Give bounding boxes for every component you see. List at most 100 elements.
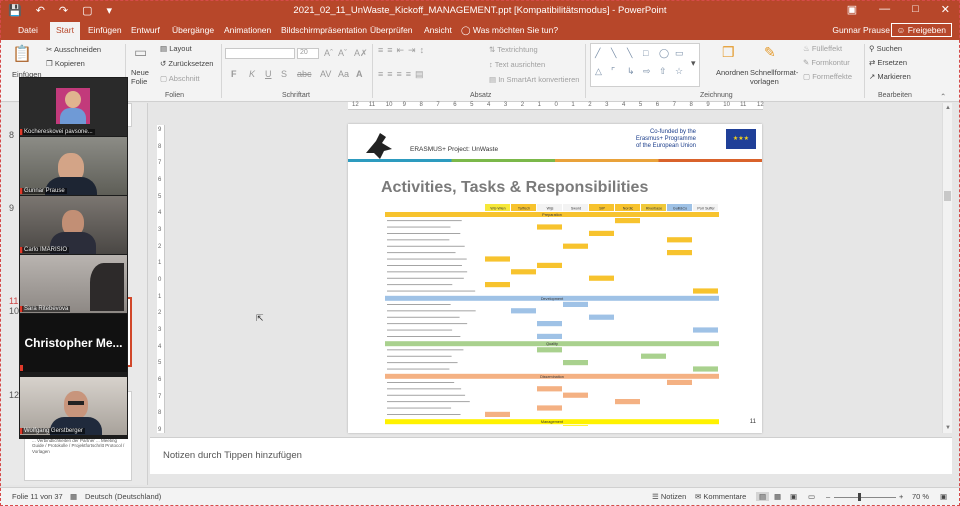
- tab-ansicht[interactable]: Ansicht: [424, 25, 452, 35]
- triangle-shape-icon[interactable]: △: [595, 66, 602, 77]
- rectangle-shape-icon[interactable]: □: [643, 48, 648, 58]
- person-icon: ☺: [896, 25, 906, 35]
- quick-styles-button[interactable]: Schnellformat-vorlagen: [750, 68, 802, 86]
- line-shape-icon[interactable]: ╲: [627, 48, 632, 59]
- copy-button[interactable]: ❐ Kopieren: [46, 59, 85, 68]
- oval-shape-icon[interactable]: ◯: [659, 48, 669, 59]
- arrange-icon[interactable]: ❒: [722, 44, 735, 61]
- new-slide-button[interactable]: Neue Folie: [131, 68, 157, 86]
- underline-icon[interactable]: U: [265, 69, 272, 79]
- fit-to-window-icon[interactable]: ▣: [940, 492, 947, 501]
- reset-button[interactable]: ↺ Zurücksetzen: [160, 59, 213, 68]
- participant-tile[interactable]: Gunnar Prause: [20, 137, 127, 195]
- scroll-up-icon[interactable]: ▲: [945, 105, 951, 111]
- clear-format-icon[interactable]: A✗: [354, 48, 368, 59]
- tab-datei[interactable]: Datei: [18, 25, 38, 35]
- minimize-icon[interactable]: —: [879, 3, 890, 16]
- partner-header-label: SIP: [599, 207, 605, 211]
- close-icon[interactable]: ✕: [941, 3, 950, 16]
- ribbon: 📋 Einfügen ✂ Ausschneiden ❐ Kopieren ▭ N…: [0, 40, 960, 102]
- collapse-ribbon-icon[interactable]: ⌃: [940, 92, 946, 101]
- star-shape-icon[interactable]: ☆: [675, 66, 683, 77]
- text-direction-label: Textrichtung: [497, 45, 538, 54]
- sorter-view-icon[interactable]: ▦: [774, 492, 781, 501]
- shadow-icon[interactable]: S: [281, 69, 287, 79]
- layout-button[interactable]: ▤ Layout: [160, 44, 192, 53]
- tab-bildschirmpraesentation[interactable]: Bildschirmpräsentation: [281, 25, 367, 35]
- connector-shape-icon[interactable]: ⌜: [611, 66, 615, 77]
- strikethrough-icon[interactable]: abc: [297, 69, 312, 79]
- line-shape-icon[interactable]: ╱: [595, 48, 600, 59]
- replace-button[interactable]: ⇄ Ersetzen: [869, 58, 907, 67]
- tell-me-search[interactable]: ◯ Was möchten Sie tun?: [461, 25, 558, 36]
- text-direction-button[interactable]: ⇅ Textrichtung: [489, 45, 538, 54]
- line-shape-icon[interactable]: ╲: [611, 48, 616, 59]
- italic-icon[interactable]: K: [249, 69, 255, 79]
- bold-icon[interactable]: F: [231, 69, 237, 79]
- slideshow-view-icon[interactable]: ▭: [808, 492, 815, 501]
- list-buttons-icon[interactable]: ≡≡⇤⇥↕: [378, 45, 428, 56]
- align-text-button[interactable]: ↕ Text ausrichten: [489, 60, 545, 69]
- tab-ueberpruefen[interactable]: Überprüfen: [370, 25, 413, 35]
- notes-pane[interactable]: Notizen durch Tippen hinzufügen: [150, 437, 952, 474]
- zoom-in-icon[interactable]: +: [899, 492, 903, 501]
- section-button[interactable]: ▢ Abschnitt: [160, 74, 200, 83]
- zoom-out-icon[interactable]: –: [826, 492, 830, 501]
- arrow-shape-icon[interactable]: ⇧: [659, 66, 667, 77]
- smartart-button[interactable]: ▤ In SmartArt konvertieren: [489, 75, 579, 84]
- tab-entwurf[interactable]: Entwurf: [131, 25, 160, 35]
- spacing-icon[interactable]: AV: [320, 69, 331, 79]
- align-buttons-icon[interactable]: ≡≡≡≡▤: [378, 69, 428, 80]
- outline-button[interactable]: ✎ Formkontur: [803, 58, 850, 67]
- find-button[interactable]: ⚲ Suchen: [869, 44, 902, 53]
- slide-canvas[interactable]: ERASMUS+ Project: UnWaste Co-funded by t…: [348, 124, 762, 433]
- reading-view-icon[interactable]: ▣: [790, 492, 797, 501]
- more-shapes-icon[interactable]: ▾: [691, 58, 696, 69]
- font-name-combo[interactable]: [225, 48, 295, 59]
- arrow-shape-icon[interactable]: ⇨: [643, 66, 651, 77]
- tab-uebergaenge[interactable]: Übergänge: [172, 25, 214, 35]
- effects-button[interactable]: ▢ Formeffekte: [803, 72, 852, 81]
- select-button[interactable]: ↗ Markieren: [869, 72, 911, 81]
- scrollbar-thumb[interactable]: [944, 191, 951, 201]
- user-name[interactable]: Gunnar Prause: [832, 25, 890, 35]
- participant-tile[interactable]: Kochereskovei pavsone...: [20, 78, 127, 136]
- notes-button[interactable]: ☰ Notizen: [652, 492, 686, 501]
- participant-tile[interactable]: Carlo IMARISIO: [20, 196, 127, 254]
- font-size-combo[interactable]: 20: [297, 48, 319, 59]
- tab-einfuegen[interactable]: Einfügen: [88, 25, 122, 35]
- zoom-level[interactable]: 70 %: [912, 492, 929, 501]
- language-indicator[interactable]: Deutsch (Deutschland): [85, 492, 161, 501]
- shapes-gallery[interactable]: ╱ ╲ ╲ □ ◯ ▭ △ ⌜ ↳ ⇨ ⇧ ☆ ▾: [590, 43, 700, 87]
- new-slide-icon[interactable]: ▭: [134, 44, 147, 61]
- paste-icon[interactable]: 📋: [12, 44, 32, 64]
- tab-start[interactable]: Start: [50, 22, 80, 40]
- arrange-button[interactable]: Anordnen: [716, 68, 749, 77]
- maximize-icon[interactable]: □: [912, 3, 919, 16]
- quick-styles-icon[interactable]: ✎: [764, 44, 776, 61]
- font-color-icon[interactable]: A: [356, 69, 363, 79]
- normal-view-icon[interactable]: ▤: [756, 492, 770, 501]
- tab-animationen[interactable]: Animationen: [224, 25, 271, 35]
- cut-button[interactable]: ✂ Ausschneiden: [46, 45, 101, 54]
- scroll-down-icon[interactable]: ▼: [945, 425, 951, 431]
- participant-name: Carlo IMARISIO: [22, 247, 70, 253]
- connector-shape-icon[interactable]: ↳: [627, 66, 635, 77]
- outline-label: Formkontur: [811, 58, 850, 67]
- grow-font-icon[interactable]: Aˆ: [324, 48, 333, 58]
- participant-tile[interactable]: Sara Ritebevova: [20, 255, 127, 313]
- participant-tile[interactable]: Christopher Me...: [20, 314, 127, 372]
- participant-tile[interactable]: Wolfgang Gerstberger: [20, 377, 127, 435]
- case-icon[interactable]: Aa: [338, 69, 349, 79]
- rectangle-shape-icon[interactable]: ▭: [675, 48, 684, 59]
- zoom-slider-knob[interactable]: [858, 493, 861, 501]
- comments-button[interactable]: ✉ Kommentare: [695, 492, 746, 501]
- vertical-scrollbar[interactable]: ▲ ▼: [942, 103, 952, 433]
- zoom-slider[interactable]: [834, 497, 896, 498]
- fill-button[interactable]: ♨ Fülleffekt: [803, 44, 842, 53]
- ruler-tick-label: 3: [503, 102, 508, 108]
- shrink-font-icon[interactable]: Aˇ: [338, 48, 347, 58]
- spellcheck-icon[interactable]: ▦: [70, 492, 77, 501]
- share-button[interactable]: ☺ Freigeben: [890, 23, 952, 37]
- ribbon-display-icon[interactable]: ▣: [847, 3, 857, 16]
